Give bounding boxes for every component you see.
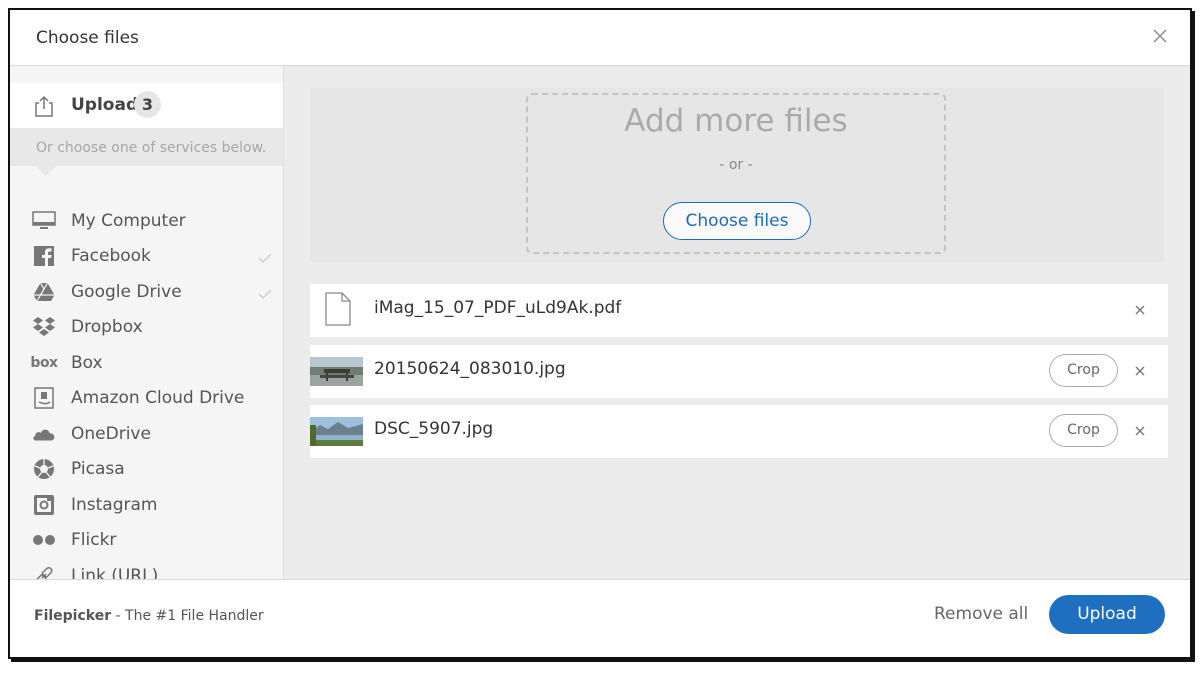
hint-arrow — [36, 166, 56, 176]
brand-name: Filepicker — [34, 608, 112, 624]
upload-label: Upload — [71, 95, 139, 115]
onedrive-icon — [32, 422, 56, 446]
dialog-title: Choose files — [36, 28, 139, 48]
remove-file-icon[interactable] — [1132, 302, 1148, 318]
sidebar-item-upload[interactable]: Upload 3 — [10, 83, 283, 128]
upload-count-badge: 3 — [134, 91, 161, 118]
sidebar-item-label: Instagram — [71, 495, 158, 515]
sidebar-item-link-url[interactable]: Link (URL) — [10, 560, 283, 579]
sidebar-item-label: Amazon Cloud Drive — [71, 388, 245, 408]
check-icon — [258, 248, 272, 267]
sidebar-item-box[interactable]: box Box — [10, 347, 283, 379]
computer-icon — [32, 209, 56, 233]
sidebar-item-facebook[interactable]: Facebook — [10, 240, 283, 272]
remove-file-icon[interactable] — [1132, 363, 1148, 379]
sidebar-item-google-drive[interactable]: Google Drive — [10, 276, 283, 308]
dropzone[interactable]: Add more files - or - Choose files — [526, 93, 946, 254]
sidebar-item-picasa[interactable]: Picasa — [10, 453, 283, 485]
close-icon[interactable] — [1150, 26, 1170, 46]
flickr-icon — [32, 528, 56, 552]
file-thumbnail — [310, 417, 363, 446]
remove-file-icon[interactable] — [1132, 423, 1148, 439]
sidebar-item-label: OneDrive — [71, 424, 151, 444]
sidebar-item-dropbox[interactable]: Dropbox — [10, 311, 283, 343]
sidebar-item-label: Dropbox — [71, 317, 143, 337]
upload-button[interactable]: Upload — [1049, 595, 1165, 634]
brand-tagline: - The #1 File Handler — [111, 608, 264, 624]
sidebar-item-label: Link (URL) — [71, 566, 159, 579]
dropzone-or: - or - — [719, 157, 753, 173]
picasa-icon — [32, 457, 56, 481]
file-row: 20150624_083010.jpg Crop — [310, 345, 1168, 398]
remove-all-button[interactable]: Remove all — [934, 604, 1028, 624]
facebook-icon — [32, 244, 56, 268]
sidebar-item-label: Box — [71, 353, 103, 373]
crop-button[interactable]: Crop — [1049, 354, 1118, 387]
sidebar-item-label: My Computer — [71, 211, 186, 231]
box-icon: box — [30, 355, 58, 371]
file-thumbnail — [310, 357, 363, 386]
file-name: DSC_5907.jpg — [374, 419, 494, 439]
google-drive-icon — [32, 280, 56, 304]
sidebar-item-instagram[interactable]: Instagram — [10, 489, 283, 521]
instagram-icon — [32, 493, 56, 517]
sidebar-item-label: Flickr — [71, 530, 117, 550]
file-name: iMag_15_07_PDF_uLd9Ak.pdf — [374, 298, 622, 318]
choose-files-button[interactable]: Choose files — [663, 202, 811, 240]
upload-icon — [34, 95, 54, 121]
file-row: DSC_5907.jpg Crop — [310, 405, 1168, 458]
file-picker-dialog: Choose files Upload 3 Or choose one of s… — [8, 8, 1192, 659]
crop-button[interactable]: Crop — [1049, 414, 1118, 447]
sidebar-item-label: Picasa — [71, 459, 125, 479]
dropzone-title: Add more files — [624, 103, 848, 139]
dropbox-icon — [32, 315, 56, 339]
dialog-header: Choose files — [10, 10, 1190, 66]
main-panel: Add more files - or - Choose files iMag_… — [284, 66, 1190, 579]
sidebar-item-flickr[interactable]: Flickr — [10, 524, 283, 556]
file-row: iMag_15_07_PDF_uLd9Ak.pdf — [310, 284, 1168, 337]
brand-text: Filepicker - The #1 File Handler — [34, 608, 264, 624]
link-icon — [32, 564, 56, 579]
services-hint: Or choose one of services below. — [10, 128, 283, 176]
document-icon — [325, 292, 351, 330]
services-hint-text: Or choose one of services below. — [36, 140, 267, 156]
check-icon — [258, 284, 272, 303]
sidebar-item-my-computer[interactable]: My Computer — [10, 205, 283, 237]
dialog-footer: Filepicker - The #1 File Handler Remove … — [10, 579, 1190, 657]
sidebar-item-onedrive[interactable]: OneDrive — [10, 418, 283, 450]
amazon-icon — [32, 386, 56, 410]
sidebar-item-amazon-cloud-drive[interactable]: Amazon Cloud Drive — [10, 382, 283, 414]
sidebar: Upload 3 Or choose one of services below… — [10, 66, 284, 579]
sidebar-item-label: Google Drive — [71, 282, 182, 302]
sidebar-item-label: Facebook — [71, 246, 151, 266]
file-name: 20150624_083010.jpg — [374, 359, 566, 379]
